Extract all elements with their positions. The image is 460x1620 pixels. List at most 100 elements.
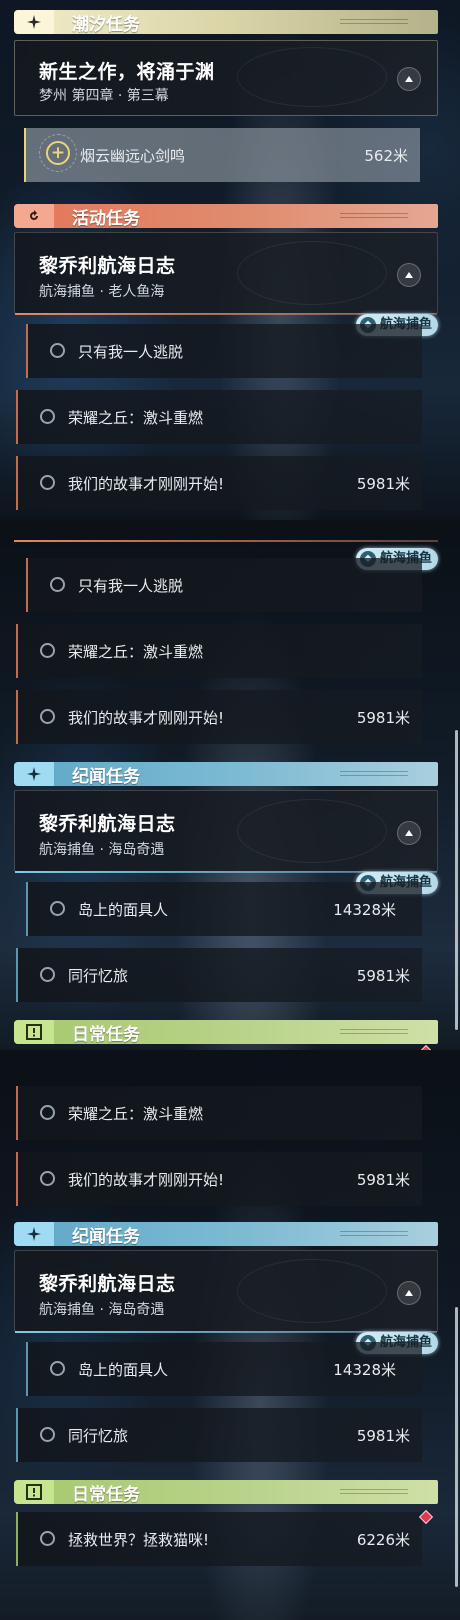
task-label: 我们的故事才刚刚开始! — [68, 1171, 225, 1189]
triangle-up-icon — [405, 76, 413, 82]
sparkle-icon — [14, 762, 54, 786]
category-header-event[interactable]: 活动任务 — [14, 204, 438, 229]
radio-circle-icon — [40, 1531, 55, 1546]
quest-title: 新生之作，将涌于渊 — [39, 61, 215, 83]
task-label: 拯救世界？拯救猫咪! — [68, 1531, 210, 1549]
task-label: 荣耀之丘：激斗重燃 — [68, 1105, 204, 1123]
header-decoration — [340, 771, 408, 776]
task-distance: 562米 — [364, 147, 408, 165]
row-accent-bar — [16, 624, 18, 678]
quest-subtitle: 航海捕鱼 · 海岛奇遇 — [39, 842, 165, 858]
row-accent-bar — [24, 128, 26, 182]
category-title: 日常任务 — [72, 1024, 140, 1045]
task-label: 同行忆旅 — [68, 967, 129, 985]
task-label: 岛上的面具人 — [78, 901, 169, 919]
quest-title: 黎乔利航海日志 — [39, 813, 176, 835]
quest-card-event[interactable]: 黎乔利航海日志 航海捕鱼 · 老人鱼海 — [14, 232, 438, 315]
task-row[interactable]: 荣耀之丘：激斗重燃 — [16, 1086, 422, 1140]
category-title: 日常任务 — [72, 1484, 140, 1505]
radio-circle-icon — [50, 1361, 65, 1376]
task-label: 荣耀之丘：激斗重燃 — [68, 643, 204, 661]
task-distance: 6226米 — [356, 1531, 410, 1549]
scrollbar-thumb[interactable] — [455, 1307, 458, 1587]
triangle-up-icon — [405, 830, 413, 836]
header-decoration — [340, 1029, 408, 1034]
quest-card-tide[interactable]: 新生之作，将涌于渊 梦州 第四章 · 第三幕 — [14, 40, 438, 116]
card-glow-remnant — [14, 540, 438, 542]
collapse-button[interactable] — [397, 67, 421, 91]
radio-circle-icon — [40, 409, 55, 424]
task-label: 我们的故事才刚刚开始! — [68, 475, 225, 493]
task-distance: 5981米 — [356, 967, 410, 985]
category-title: 纪闻任务 — [72, 766, 140, 787]
topographic-decoration — [237, 1259, 387, 1323]
radio-circle-icon — [40, 1105, 55, 1120]
quest-subtitle: 航海捕鱼 · 海岛奇遇 — [39, 1302, 165, 1318]
topographic-decoration — [237, 241, 387, 305]
task-row[interactable]: 同行忆旅 5981米 — [16, 1408, 422, 1462]
task-row[interactable]: 荣耀之丘：激斗重燃 — [16, 390, 422, 444]
quest-subtitle: 航海捕鱼 · 老人鱼海 — [39, 284, 165, 300]
radio-circle-icon — [40, 475, 55, 490]
task-label: 同行忆旅 — [68, 1427, 129, 1445]
category-header-daily[interactable]: 日常任务 — [14, 1480, 438, 1505]
collapse-button[interactable] — [397, 263, 421, 287]
radio-circle-icon — [50, 901, 65, 916]
exclamation-box-icon — [14, 1480, 54, 1504]
task-row[interactable]: 我们的故事才刚刚开始! 5981米 — [16, 690, 422, 744]
screenshot-frame-3: 荣耀之丘：激斗重燃 我们的故事才刚刚开始! 5981米 纪闻任务 黎乔利航海日志… — [0, 1082, 460, 1620]
row-accent-bar — [26, 1342, 28, 1396]
header-decoration — [340, 1489, 408, 1494]
category-header-chronicle[interactable]: 纪闻任务 — [14, 762, 438, 787]
exclamation-box-icon — [14, 1020, 54, 1044]
task-distance: 14328米 — [333, 901, 396, 919]
row-accent-bar — [26, 324, 28, 378]
category-header-chronicle[interactable]: 纪闻任务 — [14, 1222, 438, 1247]
category-header-daily[interactable]: 日常任务 — [14, 1020, 438, 1045]
header-decoration — [340, 213, 408, 218]
quest-card-chronicle[interactable]: 黎乔利航海日志 航海捕鱼 · 海岛奇遇 — [14, 790, 438, 873]
header-decoration — [340, 19, 408, 24]
row-accent-bar — [16, 1152, 18, 1206]
category-header-tide[interactable]: 潮汐任务 — [14, 10, 438, 35]
task-row[interactable]: 我们的故事才刚刚开始! 5981米 — [16, 1152, 422, 1206]
header-decoration — [340, 1231, 408, 1236]
category-title: 活动任务 — [72, 208, 140, 229]
quest-card-chronicle[interactable]: 黎乔利航海日志 航海捕鱼 · 海岛奇遇 — [14, 1250, 438, 1333]
quest-subtitle: 梦州 第四章 · 第三幕 — [39, 88, 169, 104]
task-distance: 14328米 — [333, 1361, 396, 1379]
radio-circle-icon — [40, 967, 55, 982]
task-distance: 5981米 — [356, 1427, 410, 1445]
task-row[interactable]: 岛上的面具人 14328米 — [26, 882, 422, 936]
task-label: 我们的故事才刚刚开始! — [68, 709, 225, 727]
collapse-button[interactable] — [397, 821, 421, 845]
radio-circle-icon — [40, 643, 55, 658]
row-accent-bar — [16, 390, 18, 444]
task-row[interactable]: 拯救世界？拯救猫咪! 6226米 — [16, 1512, 422, 1566]
task-row[interactable]: 我们的故事才刚刚开始! 5981米 — [16, 456, 422, 510]
row-accent-bar — [16, 690, 18, 744]
screenshot-frame-2: ◆ 航海捕鱼 只有我一人逃脱 荣耀之丘：激斗重燃 我们的故事才刚刚开始! 598… — [0, 540, 460, 1050]
screenshot-frame-1: 潮汐任务 新生之作，将涌于渊 梦州 第四章 · 第三幕 + 烟云幽远心剑鸣 56… — [0, 0, 460, 520]
task-label: 只有我一人逃脱 — [78, 343, 184, 361]
row-accent-bar — [26, 882, 28, 936]
task-row[interactable]: 荣耀之丘：激斗重燃 — [16, 624, 422, 678]
task-label: 岛上的面具人 — [78, 1361, 169, 1379]
category-title: 纪闻任务 — [72, 1226, 140, 1247]
task-row[interactable]: 同行忆旅 5981米 — [16, 948, 422, 1002]
task-row[interactable]: 岛上的面具人 14328米 — [26, 1342, 422, 1396]
task-distance: 5981米 — [356, 709, 410, 727]
radio-circle-icon — [40, 1427, 55, 1442]
task-distance: 5981米 — [356, 1171, 410, 1189]
quest-title: 黎乔利航海日志 — [39, 1273, 176, 1295]
row-accent-bar — [16, 1086, 18, 1140]
triangle-up-icon — [405, 1290, 413, 1296]
task-label: 只有我一人逃脱 — [78, 577, 184, 595]
plus-circle-icon: + — [46, 141, 70, 165]
row-accent-bar — [16, 1408, 18, 1462]
collapse-button[interactable] — [397, 1281, 421, 1305]
task-row[interactable]: 只有我一人逃脱 — [26, 558, 422, 612]
tracked-task-row[interactable]: + 烟云幽远心剑鸣 562米 — [24, 128, 420, 182]
task-row[interactable]: 只有我一人逃脱 — [26, 324, 422, 378]
scrollbar-thumb[interactable] — [455, 730, 458, 1030]
